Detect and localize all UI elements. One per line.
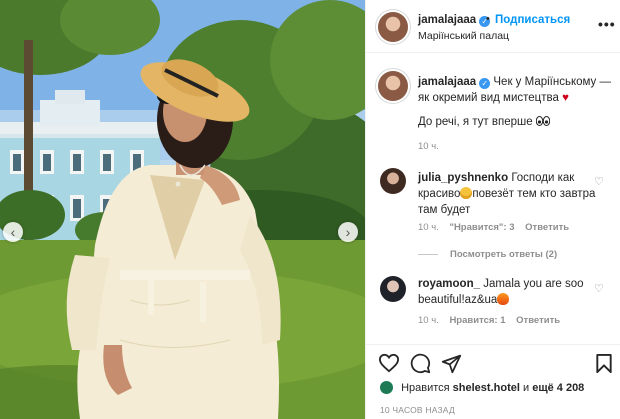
header-separator: • <box>486 13 490 25</box>
caption-username[interactable]: jamalajaaa <box>418 76 476 88</box>
comment-likes-link[interactable]: "Нравится": 3 <box>449 222 514 233</box>
heart-outline-icon[interactable]: ♡ <box>594 282 604 295</box>
comment-username[interactable]: royamoon_ <box>418 278 480 290</box>
grinning-emoji <box>460 187 473 199</box>
caption-line2-text: До речі, я тут вперше <box>418 116 533 128</box>
avatar[interactable] <box>378 12 408 42</box>
view-replies-label[interactable]: Посмотреть ответы (2) <box>450 249 557 260</box>
comment-text: julia_pyshnenko Господи как красиво повез… <box>418 170 598 218</box>
fire-emoji <box>497 293 510 305</box>
reply-button[interactable]: Ответить <box>525 222 569 233</box>
comment-meta: 10 ч. "Нравится": 3 Ответить <box>418 222 569 233</box>
comment-text: royamoon_ Jamala you are soo beautiful!a… <box>418 276 598 308</box>
post-photo[interactable]: ‹ › <box>0 0 365 419</box>
reply-button[interactable]: Ответить <box>516 315 560 326</box>
comment-time: 10 ч. <box>418 222 439 233</box>
post-actions: Нравится shelest.hotel и ещё 4 208 10 ЧА… <box>366 344 620 419</box>
caption-avatar[interactable] <box>378 71 408 101</box>
eyes-emoji-icon <box>535 116 550 126</box>
follow-button[interactable]: Подписаться <box>495 14 570 26</box>
heart-outline-icon[interactable]: ♡ <box>594 175 604 188</box>
heart-outline-icon[interactable] <box>378 353 400 373</box>
avatar[interactable] <box>380 276 406 302</box>
post-side-panel: jamalajaaa ✓ • Подписаться Маріїнський па… <box>365 0 620 419</box>
comment-meta: 10 ч. Нравится: 1 Ответить <box>418 315 560 326</box>
post-header: jamalajaaa ✓ • Подписаться Маріїнський па… <box>366 0 620 53</box>
avatar[interactable] <box>380 381 393 394</box>
more-options-icon[interactable]: ••• <box>598 16 616 32</box>
view-replies-button[interactable]: Посмотреть ответы (2) <box>418 249 557 260</box>
caption-line2: До речі, я тут вперше <box>418 116 550 128</box>
avatar[interactable] <box>380 168 406 194</box>
chevron-left-icon[interactable]: ‹ <box>3 222 23 242</box>
likes-connector: и <box>522 382 530 394</box>
comment-likes-link[interactable]: Нравится: 1 <box>449 315 505 326</box>
comment-username[interactable]: julia_pyshnenko <box>418 172 508 184</box>
header-username[interactable]: jamalajaaa ✓ <box>418 14 491 27</box>
comment-bubble-icon[interactable] <box>410 353 431 374</box>
comments-section: jamalajaaa ✓ Чек у Маріїнському — як окре… <box>366 54 620 344</box>
paper-plane-icon[interactable] <box>441 353 462 374</box>
chevron-right-icon[interactable]: › <box>338 222 358 242</box>
replies-divider <box>418 253 438 255</box>
post-timestamp[interactable]: 10 ЧАСОВ НАЗАД <box>380 405 455 415</box>
photo-scene <box>0 0 365 419</box>
verified-badge-icon: ✓ <box>479 78 491 89</box>
likes-user-link[interactable]: shelest.hotel <box>453 382 520 394</box>
likes-prefix: Нравится <box>401 382 450 394</box>
bookmark-icon[interactable] <box>595 353 613 374</box>
location-link[interactable]: Маріїнський палац <box>418 30 509 42</box>
header-username-text[interactable]: jamalajaaa <box>418 14 476 26</box>
red-heart-emoji: ♥ <box>562 92 569 104</box>
caption-time: 10 ч. <box>418 141 439 152</box>
caption-text: jamalajaaa ✓ Чек у Маріїнському — як окре… <box>418 74 614 106</box>
likes-summary: Нравится shelest.hotel и ещё 4 208 <box>380 381 584 394</box>
comment-time: 10 ч. <box>418 315 439 326</box>
likes-count-link[interactable]: ещё 4 208 <box>532 382 584 394</box>
